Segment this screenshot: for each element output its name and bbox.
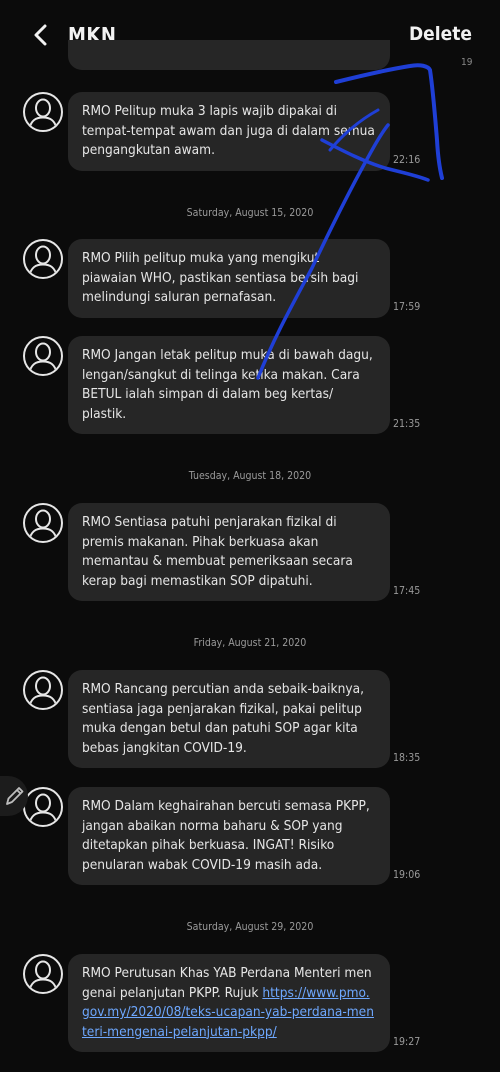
- back-button[interactable]: [28, 22, 54, 48]
- date-separator: Tuesday, August 18, 2020: [188, 470, 312, 482]
- message-bubble[interactable]: RMO Rancang percutian anda sebaik-baikny…: [68, 670, 390, 768]
- person-icon: [28, 509, 58, 541]
- message-text: RMO Pilih pelitup muka yang mengikut pia…: [82, 250, 359, 305]
- date-separator: Saturday, August 15, 2020: [186, 207, 314, 219]
- avatar[interactable]: [23, 92, 63, 132]
- message-text: RMO Jangan letak pelitup muka di bawah d…: [82, 347, 373, 422]
- message-text: RMO Pelitup muka 3 lapis wajib dipakai d…: [82, 103, 375, 158]
- avatar[interactable]: [23, 239, 63, 279]
- message-time: 18:35: [393, 752, 421, 764]
- avatar[interactable]: [23, 670, 63, 710]
- person-icon: [28, 342, 58, 374]
- message-time: 17:45: [393, 585, 421, 597]
- date-separator: Friday, August 21, 2020: [193, 637, 307, 649]
- avatar[interactable]: [23, 954, 63, 994]
- message-bubble[interactable]: RMO Perutusan Khas YAB Perdana Menteri m…: [68, 954, 390, 1052]
- message-time: 19:27: [393, 1036, 421, 1048]
- message-bubble[interactable]: RMO Pilih pelitup muka yang mengikut pia…: [68, 239, 390, 318]
- person-icon: [28, 793, 58, 825]
- message-bubble[interactable]: RMO Sentiasa patuhi penjarakan fizikal d…: [68, 503, 390, 601]
- message-text: RMO Sentiasa patuhi penjarakan fizikal d…: [82, 514, 353, 589]
- message-time: 21:35: [393, 418, 421, 430]
- person-icon: [28, 676, 58, 708]
- message-time: 22:16: [393, 154, 421, 166]
- pencil-icon: [6, 787, 24, 805]
- person-icon: [28, 245, 58, 277]
- compose-handle[interactable]: [0, 776, 28, 816]
- previous-message-bubble[interactable]: 19: [68, 40, 472, 70]
- avatar[interactable]: [23, 787, 63, 827]
- date-separator: Saturday, August 29, 2020: [186, 921, 314, 933]
- message-time: 17:59: [393, 301, 421, 313]
- person-icon: [28, 960, 58, 992]
- message-bubble[interactable]: RMO Pelitup muka 3 lapis wajib dipakai d…: [68, 92, 390, 171]
- avatar[interactable]: [23, 503, 63, 543]
- message-text: RMO Dalam keghairahan bercuti semasa PKP…: [82, 798, 370, 873]
- delete-button[interactable]: Delete: [409, 23, 472, 45]
- avatar[interactable]: [23, 336, 63, 376]
- chevron-left-icon: [34, 24, 47, 46]
- person-icon: [28, 98, 58, 130]
- message-bubble[interactable]: RMO Jangan letak pelitup muka di bawah d…: [68, 336, 390, 434]
- message-text: RMO Rancang percutian anda sebaik-baikny…: [82, 681, 364, 756]
- message-bubble[interactable]: RMO Dalam keghairahan bercuti semasa PKP…: [68, 787, 390, 885]
- message-time: 19:06: [393, 869, 421, 881]
